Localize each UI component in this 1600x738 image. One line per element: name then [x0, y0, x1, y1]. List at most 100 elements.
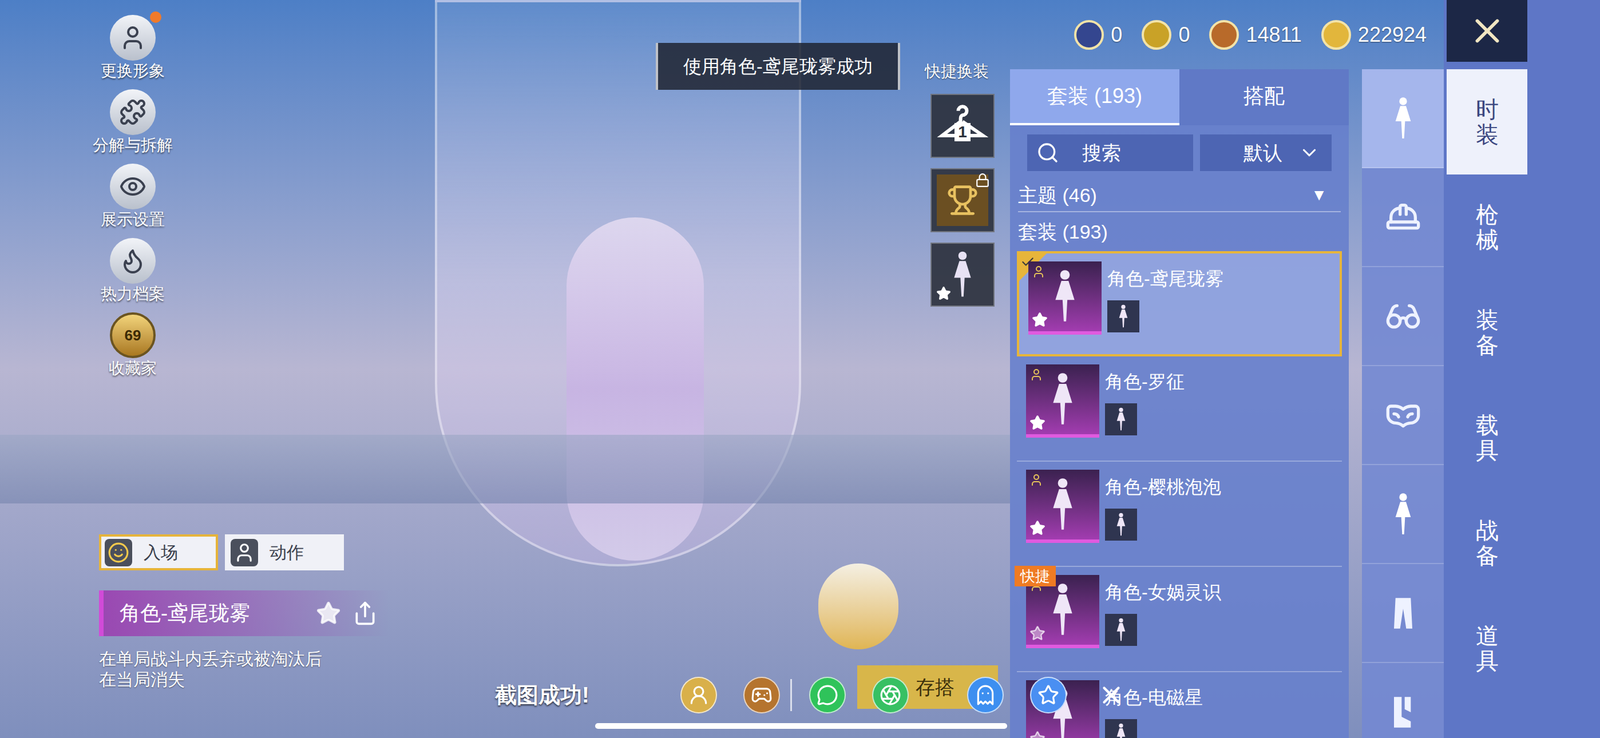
entrance-icon — [107, 541, 130, 564]
character-type-icon — [1029, 473, 1044, 487]
toast: 使用角色-鸢尾珑雾成功 — [655, 42, 901, 90]
right-section: 0014811222924套装 (193)搭配搜索默认主题 (46)▼套装 (1… — [1010, 0, 1444, 738]
share-icon[interactable] — [352, 600, 378, 627]
share-target[interactable] — [809, 676, 846, 714]
character-type-icon — [1029, 367, 1044, 382]
main-tab[interactable]: 战备 — [1446, 490, 1528, 596]
category-item[interactable] — [1361, 267, 1444, 367]
preview-button[interactable]: 入场 — [98, 534, 219, 571]
close-icon — [1467, 10, 1508, 51]
share-target[interactable] — [967, 676, 1004, 714]
side-menu: 更换形象分解与拆解展示设置热力档案 69收藏家 — [69, 0, 196, 379]
outfit-item[interactable]: 角色-樱桃泡泡 — [1016, 461, 1342, 568]
quick-outfit: 快捷换装1 — [922, 59, 995, 307]
currency: 0 — [1074, 19, 1123, 51]
sort-dropdown[interactable]: 默认 — [1200, 134, 1332, 172]
side-menu-icon-circle — [109, 89, 156, 136]
close-button[interactable] — [1446, 0, 1528, 62]
avatar-icon — [119, 24, 147, 52]
city-horizon — [0, 434, 1011, 504]
favorite-star-icon[interactable] — [315, 600, 342, 627]
main-tab[interactable]: 枪械 — [1446, 174, 1528, 280]
glasses-icon — [1384, 298, 1422, 335]
character-image — [566, 217, 704, 561]
side-menu-item[interactable]: 展示设置 — [100, 163, 165, 231]
currency-icon — [1209, 20, 1239, 50]
currency: 14811 — [1209, 19, 1302, 51]
search-field[interactable]: 搜索 — [1027, 134, 1194, 172]
side-menu-icon-circle — [109, 14, 156, 61]
lock-icon — [975, 172, 990, 188]
character-icon — [1391, 95, 1415, 142]
character-type-icon — [1031, 264, 1046, 279]
collector-badge: 69 — [109, 312, 156, 359]
category-item[interactable] — [1361, 366, 1444, 466]
share-target[interactable] — [743, 676, 780, 714]
side-menu-item[interactable]: 热力档案 — [100, 238, 165, 305]
outfit-part-icon — [1105, 403, 1138, 436]
share-target[interactable] — [1030, 676, 1067, 714]
share-target[interactable] — [680, 676, 718, 714]
share-close-button[interactable] — [1092, 676, 1130, 714]
outfit-part-icon — [1105, 614, 1138, 647]
main-tab-column: 时装枪械装备载具战备道具 — [1443, 0, 1600, 738]
main-tab[interactable]: 道具 — [1446, 595, 1528, 702]
outfit-list: 角色-鸢尾珑雾角色-罗征角色-樱桃泡泡快捷角色-女娲灵识角色-电磁星 — [1010, 251, 1349, 738]
main-tab[interactable]: 时装 — [1446, 69, 1528, 175]
qzone-icon — [1037, 684, 1060, 707]
outfit-thumbnail — [1026, 364, 1100, 438]
home-indicator — [595, 723, 1008, 730]
currency-icon — [1074, 20, 1104, 50]
outfit-part-icon — [1107, 300, 1140, 333]
side-menu-icon-circle — [109, 163, 156, 210]
scene: 更换形象分解与拆解展示设置热力档案69收藏家入场动作角色-鸢尾珑雾在单局战斗内丢… — [0, 0, 1011, 738]
wardrobe-screen: 更换形象分解与拆解展示设置热力档案69收藏家入场动作角色-鸢尾珑雾在单局战斗内丢… — [0, 0, 1600, 738]
quick-outfit-slot[interactable] — [930, 242, 995, 307]
side-menu-item[interactable]: 69收藏家 — [108, 312, 157, 379]
notification-dot — [149, 11, 162, 23]
panel-tab[interactable]: 搭配 — [1179, 69, 1349, 126]
outfit-item[interactable]: 角色-罗征 — [1016, 356, 1342, 462]
currency-icon — [1321, 20, 1352, 50]
theme-row[interactable]: 主题 (46)▼ — [1018, 179, 1341, 213]
character-icon — [1048, 580, 1077, 640]
character-icon — [949, 248, 976, 302]
flame-icon — [119, 247, 147, 275]
character-icon — [1114, 616, 1128, 644]
boots-icon — [1384, 694, 1422, 731]
quick-outfit-slot[interactable]: 1 — [930, 93, 995, 158]
share-target[interactable] — [872, 676, 909, 714]
outfit-part-icon — [1105, 719, 1138, 738]
panel-tab[interactable]: 套装 (193) — [1010, 69, 1180, 126]
category-item[interactable] — [1361, 564, 1444, 664]
main-tab[interactable]: 装备 — [1446, 279, 1528, 386]
outfit-item[interactable]: 角色-电磁星 — [1016, 672, 1342, 738]
moments-icon — [879, 684, 902, 707]
puzzle-icon — [119, 98, 147, 126]
search-icon — [1036, 141, 1060, 165]
outfit-thumbnail — [1028, 261, 1102, 335]
side-menu-item[interactable]: 分解与拆解 — [92, 89, 173, 156]
category-item[interactable] — [1361, 465, 1444, 565]
category-item[interactable] — [1361, 69, 1444, 169]
outfit-item[interactable]: 快捷角色-女娲灵识 — [1016, 567, 1342, 673]
star-icon — [1029, 414, 1046, 431]
star-icon — [1031, 311, 1048, 328]
outfit-item[interactable]: 角色-鸢尾珑雾 — [1016, 251, 1342, 357]
category-item[interactable] — [1361, 168, 1444, 268]
quick-badge: 快捷 — [1014, 565, 1056, 587]
wechat-icon — [816, 684, 839, 707]
category-item[interactable] — [1361, 663, 1444, 738]
panel-tabs: 套装 (193)搭配 — [1010, 69, 1349, 126]
trophy-icon — [946, 184, 979, 217]
side-menu-item[interactable]: 更换形象 — [100, 14, 165, 82]
mask-icon — [1384, 397, 1422, 434]
star-icon — [1029, 625, 1046, 642]
outfit-thumbnail — [1026, 469, 1100, 544]
preview-button[interactable]: 动作 — [224, 534, 344, 571]
friend-icon — [687, 684, 710, 707]
star-icon — [936, 286, 952, 302]
outfit-name-bar: 角色-鸢尾珑雾 — [98, 590, 390, 637]
quick-outfit-slot[interactable] — [930, 168, 995, 233]
main-tab[interactable]: 载具 — [1446, 385, 1528, 491]
